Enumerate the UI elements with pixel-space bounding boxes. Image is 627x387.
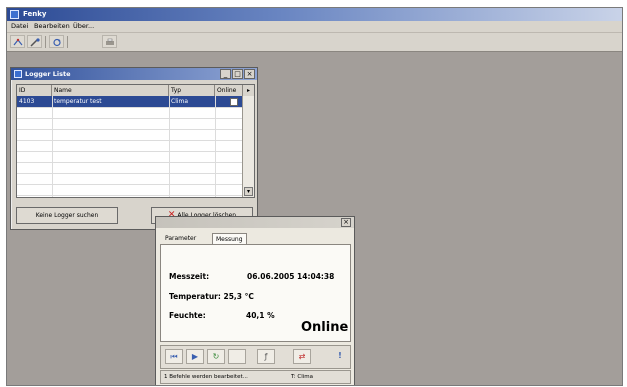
row-typ: Clima bbox=[171, 98, 189, 105]
feuchte-label: Feuchte: bbox=[169, 311, 206, 320]
app-title: Fenky bbox=[23, 10, 47, 18]
menu-datei[interactable]: Datei bbox=[11, 22, 28, 31]
status-message: 1 Befehle werden bearbeitet... bbox=[164, 374, 248, 380]
column-header-typ[interactable]: Typ bbox=[169, 85, 215, 96]
status-type: T: Clima bbox=[291, 374, 313, 380]
play-icon[interactable]: ▶ bbox=[186, 349, 204, 364]
online-checkbox[interactable] bbox=[230, 98, 238, 106]
messzeit-value: 06.06.2005 14:04:38 bbox=[247, 272, 335, 281]
scroll-down-icon[interactable]: ▾ bbox=[244, 187, 253, 196]
column-header-id[interactable]: ID bbox=[17, 85, 52, 96]
logger-list-title: Logger Liste bbox=[25, 70, 71, 78]
online-status: Online bbox=[301, 320, 349, 335]
refresh-icon[interactable] bbox=[49, 35, 64, 48]
skip-back-icon[interactable]: ⏮ bbox=[165, 349, 183, 364]
statusbar: 1 Befehle werden bearbeitet... T: Clima bbox=[160, 370, 351, 384]
close-button[interactable]: × bbox=[341, 218, 351, 227]
help-icon[interactable]: ! bbox=[331, 349, 349, 364]
menu-bearbeiten[interactable]: Bearbeiten bbox=[34, 22, 70, 31]
app-window: Fenky Datei Bearbeiten Über... Logger Li… bbox=[6, 7, 623, 386]
search-loggers-label: Keine Logger suchen bbox=[35, 212, 99, 219]
menubar: Datei Bearbeiten Über... bbox=[7, 21, 622, 33]
connect-icon[interactable]: ⇄ bbox=[293, 349, 311, 364]
close-button[interactable]: × bbox=[244, 69, 255, 79]
tab-parameter[interactable]: Parameter bbox=[162, 233, 199, 244]
app-titlebar: Fenky bbox=[7, 8, 622, 21]
column-scroll-icon[interactable]: ▸ bbox=[243, 85, 254, 96]
feuchte-value: 40,1 % bbox=[246, 311, 275, 320]
print-icon[interactable] bbox=[102, 35, 117, 48]
connect-icon[interactable] bbox=[10, 35, 25, 48]
app-logo-icon bbox=[10, 10, 19, 19]
tools-icon[interactable] bbox=[27, 35, 42, 48]
toolbar-separator bbox=[45, 36, 46, 48]
minimize-button[interactable]: _ bbox=[220, 69, 231, 79]
refresh-icon[interactable]: ↻ bbox=[207, 349, 225, 364]
column-header-name[interactable]: Name bbox=[52, 85, 169, 96]
measurement-toolbar: ⏮ ▶ ↻ ƒ ⇄ ! bbox=[160, 345, 351, 369]
blank-button[interactable] bbox=[228, 349, 246, 364]
function-icon[interactable]: ƒ bbox=[257, 349, 275, 364]
toolbar-separator bbox=[67, 36, 68, 48]
table-row bbox=[17, 184, 243, 196]
temperatur-readout: Temperatur: 25,3 °C bbox=[169, 292, 254, 301]
logger-table: ID Name Typ Online ▸ 4103 temperatur tes… bbox=[16, 84, 255, 198]
measurement-window: × Parameter Messung Messzeit: 06.06.2005… bbox=[155, 216, 355, 385]
logger-list-titlebar: Logger Liste _ □ × bbox=[11, 68, 257, 80]
column-header-online[interactable]: Online bbox=[215, 85, 243, 96]
measurement-titlebar: × bbox=[156, 217, 354, 228]
maximize-button[interactable]: □ bbox=[232, 69, 243, 79]
column-divider bbox=[52, 96, 53, 197]
menu-ueber[interactable]: Über... bbox=[73, 22, 94, 31]
row-name: temperatur test bbox=[54, 98, 102, 105]
search-loggers-button[interactable]: Keine Logger suchen bbox=[16, 207, 118, 224]
logger-window-icon bbox=[14, 70, 22, 78]
toolbar bbox=[7, 33, 622, 52]
measurement-panel: Messzeit: 06.06.2005 14:04:38 Temperatur… bbox=[160, 244, 351, 342]
column-divider bbox=[169, 96, 170, 197]
vertical-scrollbar[interactable]: ▾ bbox=[242, 96, 254, 197]
row-id: 4103 bbox=[19, 98, 35, 105]
column-divider bbox=[215, 96, 216, 197]
messzeit-label: Messzeit: bbox=[169, 272, 210, 281]
logger-list-window: Logger Liste _ □ × ID Name Typ Online ▸ … bbox=[10, 67, 258, 230]
